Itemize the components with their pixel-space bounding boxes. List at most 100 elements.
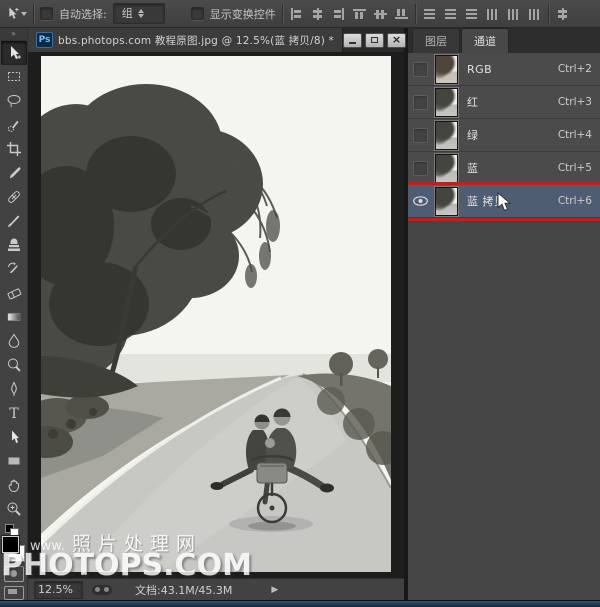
quick-mask-button[interactable] [4,566,24,582]
pen-tool[interactable] [1,377,27,401]
visibility-toggle[interactable] [408,152,433,184]
align-horizontal-centers-icon[interactable] [310,7,325,21]
distribute-top-edges-icon[interactable] [422,7,437,21]
channel-thumbnail [435,187,458,216]
align-right-edges-icon[interactable] [331,7,346,21]
hand-icon [6,477,22,493]
spot-healing-brush-tool[interactable] [1,185,27,209]
eraser-tool[interactable] [1,281,27,305]
move-cursor-icon [5,6,19,21]
distribute-bottom-edges-icon[interactable] [464,7,479,21]
minimize-button[interactable] [343,33,362,48]
channel-row-green[interactable]: 绿 Ctrl+4 [408,119,600,152]
document-area: Ps bbs.photops.com 教程原图.jpg @ 12.5%(蓝 拷贝… [28,28,404,600]
crop-icon [6,141,22,157]
window-controls: × [343,28,411,52]
status-flyout-arrow[interactable]: ▶ [271,585,278,595]
document-size-info: 文档:43.1M/45.3M [135,582,232,598]
eye-well-empty [413,95,428,110]
tab-layers[interactable]: 图层 [412,28,460,53]
annotation-line-bottom [408,218,600,221]
document-tabbar: Ps bbs.photops.com 教程原图.jpg @ 12.5%(蓝 拷贝… [28,28,404,52]
zoom-tool[interactable] [1,497,27,521]
visibility-toggle[interactable] [408,185,433,217]
channel-row-rgb[interactable]: RGB Ctrl+2 [408,53,600,86]
history-brush-tool[interactable] [1,257,27,281]
separator [33,4,34,24]
auto-select-label: 自动选择: [59,6,107,22]
path-selection-tool[interactable] [1,425,27,449]
align-left-edges-icon[interactable] [289,7,304,21]
color-swatches [2,536,26,562]
screen-mode-button[interactable] [4,586,24,600]
type-tool[interactable]: T [1,401,27,425]
hand-tool[interactable] [1,473,27,497]
blur-tool[interactable] [1,329,27,353]
gradient-icon [6,309,22,325]
separator [548,4,549,24]
lasso-icon [6,93,22,109]
ps-file-badge: Ps [36,32,53,48]
quick-selection-tool[interactable] [1,113,27,137]
auto-align-layers-icon[interactable] [555,7,570,21]
options-bar: 自动选择: 组 显示变换控件 [0,0,600,28]
distribute-vertical-centers-icon[interactable] [443,7,458,21]
visibility-toggle[interactable] [408,119,433,151]
rectangular-marquee-tool[interactable] [1,65,27,89]
eye-icon [413,196,428,206]
dropdown-arrows-icon [138,9,145,18]
channel-shortcut: Ctrl+6 [558,195,592,207]
dodge-tool[interactable] [1,353,27,377]
move-tool-options-icon [5,6,27,21]
channel-thumbnail [435,154,458,183]
path-selection-icon [6,429,22,445]
maximize-icon [371,37,378,43]
foreground-color-swatch[interactable] [2,536,19,553]
zoom-level-field[interactable]: 12.5% [34,581,83,599]
distribute-horizontal-centers-icon[interactable] [506,7,521,21]
quick-selection-icon [6,117,22,133]
channel-shortcut: Ctrl+5 [558,162,592,174]
distribute-right-edges-icon[interactable] [527,7,542,21]
close-icon: × [392,35,401,45]
rectangle-shape-icon [6,453,22,469]
eyedropper-tool[interactable] [1,161,27,185]
canvas-area[interactable] [28,52,404,578]
channel-row-red[interactable]: 红 Ctrl+3 [408,86,600,119]
gradient-tool[interactable] [1,305,27,329]
rectangle-shape-tool[interactable] [1,449,27,473]
brush-tool[interactable] [1,209,27,233]
visibility-toggle[interactable] [408,53,433,85]
separator [282,4,283,24]
document-tab[interactable]: Ps bbs.photops.com 教程原图.jpg @ 12.5%(蓝 拷贝… [28,28,343,52]
align-vertical-centers-icon[interactable] [373,7,388,21]
brush-icon [6,213,22,229]
channel-name: 蓝 [467,160,558,176]
eye-well-empty [413,62,428,77]
align-bottom-edges-icon[interactable] [394,7,409,21]
tool-preset-caret-icon[interactable] [21,12,27,16]
auto-select-target-dropdown[interactable]: 组 [113,3,165,24]
lasso-tool[interactable] [1,89,27,113]
maximize-button[interactable] [365,33,384,48]
show-transform-label: 显示变换控件 [210,6,276,22]
panel-empty-area [408,218,600,600]
move-tool[interactable] [1,41,27,65]
distribute-left-edges-icon[interactable] [485,7,500,21]
eyedropper-icon [6,165,22,181]
tab-channels[interactable]: 通道 [461,28,509,53]
align-top-edges-icon[interactable] [352,7,367,21]
channel-thumbnail [435,121,458,150]
move-tool-icon [6,45,22,61]
status-preview-icon [92,585,112,595]
channel-row-blue[interactable]: 蓝 Ctrl+5 [408,152,600,185]
visibility-toggle[interactable] [408,86,433,118]
clone-stamp-tool[interactable] [1,233,27,257]
default-swap-colors-icon[interactable] [4,523,24,536]
crop-tool[interactable] [1,137,27,161]
close-button[interactable]: × [387,33,406,48]
collapse-toolbar-button[interactable]: » [0,28,27,41]
photo-canvas[interactable] [41,56,391,572]
show-transform-checkbox[interactable] [191,7,204,20]
auto-select-checkbox[interactable] [40,7,53,20]
